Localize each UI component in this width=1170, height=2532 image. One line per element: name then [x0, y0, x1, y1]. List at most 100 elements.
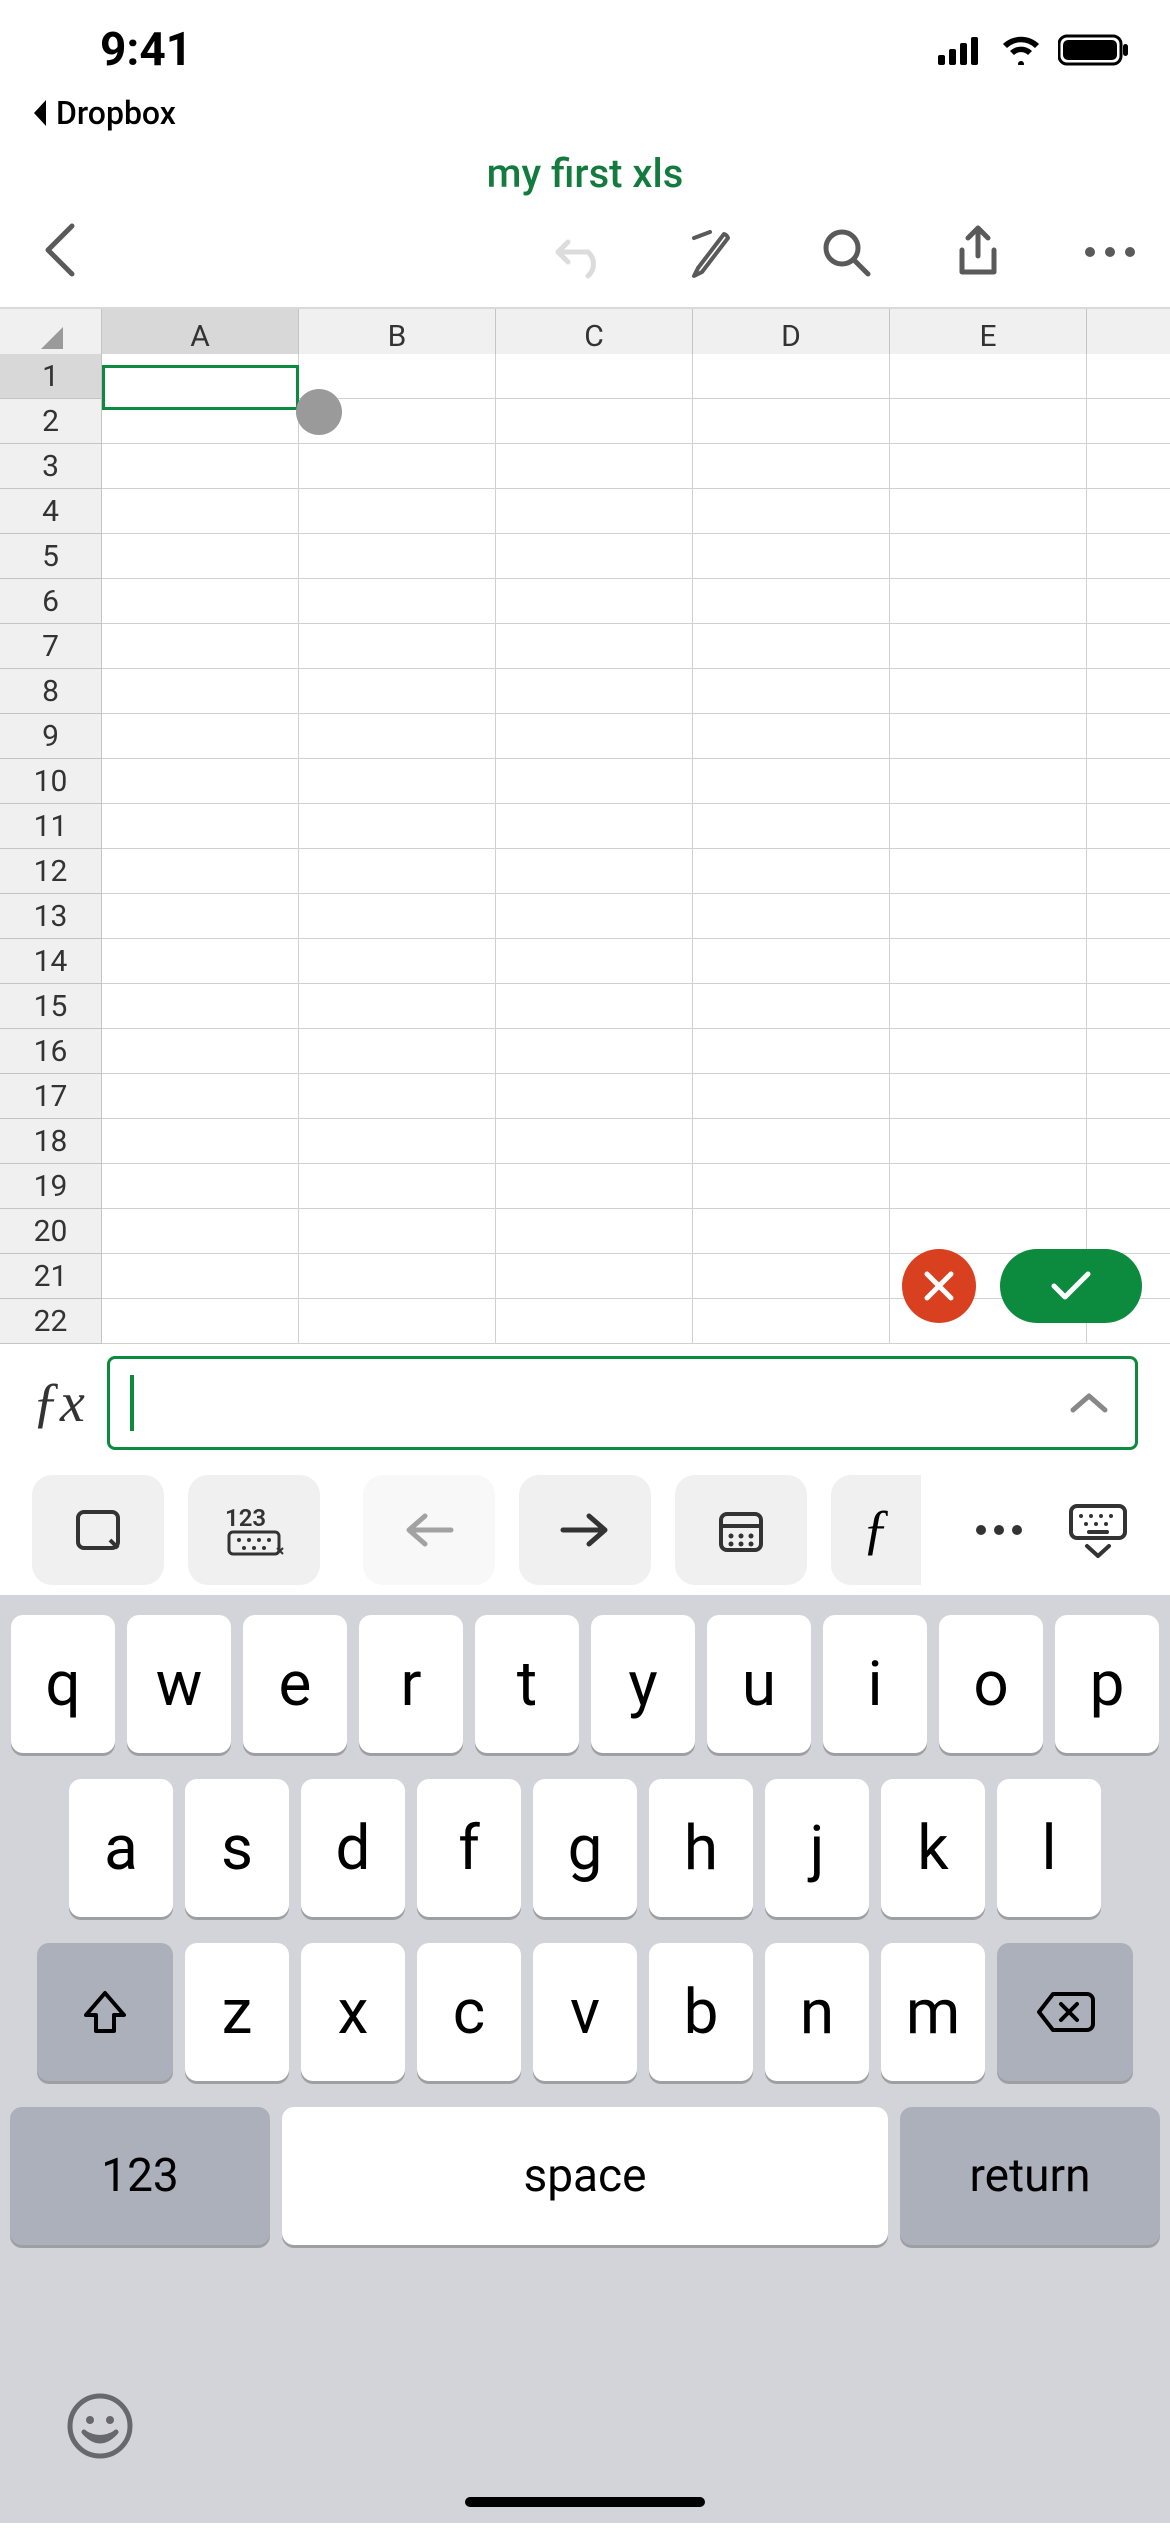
key-w[interactable]: w — [127, 1615, 231, 1753]
cell[interactable] — [102, 804, 299, 849]
cell[interactable] — [496, 894, 693, 939]
return-key[interactable]: return — [900, 2107, 1160, 2245]
cell[interactable] — [890, 1164, 1087, 1209]
cell[interactable] — [299, 1074, 496, 1119]
cell[interactable] — [693, 579, 890, 624]
cell[interactable] — [299, 1299, 496, 1344]
cell[interactable] — [1087, 624, 1170, 669]
cell[interactable] — [1087, 984, 1170, 1029]
cell[interactable] — [890, 1119, 1087, 1164]
cell[interactable] — [890, 399, 1087, 444]
key-j[interactable]: j — [765, 1779, 869, 1917]
cell[interactable] — [496, 354, 693, 399]
key-y[interactable]: y — [591, 1615, 695, 1753]
share-button[interactable] — [948, 222, 1008, 282]
cell[interactable] — [1087, 534, 1170, 579]
cell[interactable] — [496, 1164, 693, 1209]
row-header[interactable]: 4 — [0, 489, 102, 534]
cell[interactable] — [496, 804, 693, 849]
cell[interactable] — [102, 894, 299, 939]
edit-pen-button[interactable] — [684, 222, 744, 282]
cell[interactable] — [693, 804, 890, 849]
cell[interactable] — [102, 444, 299, 489]
cell[interactable] — [693, 759, 890, 804]
cell[interactable] — [299, 849, 496, 894]
row-header[interactable]: 9 — [0, 714, 102, 759]
shift-key[interactable] — [37, 1943, 173, 2081]
cell[interactable] — [890, 1209, 1087, 1254]
cell[interactable] — [496, 1119, 693, 1164]
cell[interactable] — [1087, 1074, 1170, 1119]
key-m[interactable]: m — [881, 1943, 985, 2081]
row-header[interactable]: 22 — [0, 1299, 102, 1344]
key-x[interactable]: x — [301, 1943, 405, 2081]
cell[interactable] — [693, 1164, 890, 1209]
key-k[interactable]: k — [881, 1779, 985, 1917]
cell[interactable] — [496, 714, 693, 759]
row-header[interactable]: 19 — [0, 1164, 102, 1209]
fx-icon[interactable]: ƒx — [32, 1371, 85, 1435]
cell[interactable] — [1087, 579, 1170, 624]
cell[interactable] — [693, 1029, 890, 1074]
emoji-keyboard-button[interactable] — [64, 2399, 136, 2479]
row-header[interactable]: 2 — [0, 399, 102, 444]
expand-formula-bar-button[interactable] — [1067, 1390, 1111, 1416]
space-key[interactable]: space — [282, 2107, 888, 2245]
cell[interactable] — [496, 399, 693, 444]
cell[interactable] — [102, 939, 299, 984]
date-picker-button[interactable] — [675, 1475, 807, 1585]
cell[interactable] — [890, 1074, 1087, 1119]
row-header[interactable]: 14 — [0, 939, 102, 984]
key-v[interactable]: v — [533, 1943, 637, 2081]
formula-input[interactable] — [107, 1356, 1138, 1450]
cell[interactable] — [1087, 1209, 1170, 1254]
cell[interactable] — [102, 1299, 299, 1344]
cell[interactable] — [1087, 1119, 1170, 1164]
cell[interactable] — [1087, 1164, 1170, 1209]
row-header[interactable]: 8 — [0, 669, 102, 714]
cell[interactable] — [890, 579, 1087, 624]
cell[interactable] — [496, 624, 693, 669]
backspace-key[interactable] — [997, 1943, 1133, 2081]
cell[interactable] — [890, 759, 1087, 804]
row-header[interactable]: 7 — [0, 624, 102, 669]
cell[interactable] — [693, 849, 890, 894]
cell[interactable] — [496, 534, 693, 579]
key-l[interactable]: l — [997, 1779, 1101, 1917]
cell[interactable] — [299, 714, 496, 759]
row-header[interactable]: 5 — [0, 534, 102, 579]
card-view-button[interactable] — [32, 1475, 164, 1585]
cell[interactable] — [1087, 849, 1170, 894]
prev-cell-button[interactable] — [363, 1475, 495, 1585]
cell[interactable] — [299, 1254, 496, 1299]
spreadsheet[interactable]: ABCDE12345678910111213141516171819202122 — [0, 307, 1170, 1341]
cell[interactable] — [299, 534, 496, 579]
cell[interactable] — [299, 804, 496, 849]
cell[interactable] — [890, 804, 1087, 849]
cell[interactable] — [890, 1029, 1087, 1074]
next-cell-button[interactable] — [519, 1475, 651, 1585]
cell[interactable] — [890, 534, 1087, 579]
cell[interactable] — [102, 534, 299, 579]
key-a[interactable]: a — [69, 1779, 173, 1917]
cell[interactable] — [693, 1209, 890, 1254]
cell[interactable] — [1087, 939, 1170, 984]
key-d[interactable]: d — [301, 1779, 405, 1917]
row-header[interactable]: 21 — [0, 1254, 102, 1299]
more-options-button[interactable] — [964, 1475, 1034, 1585]
selection-handle[interactable] — [296, 389, 342, 435]
dismiss-keyboard-button[interactable] — [1058, 1475, 1138, 1585]
cell[interactable] — [890, 669, 1087, 714]
cell[interactable] — [299, 984, 496, 1029]
function-insert-button[interactable]: ƒ — [831, 1475, 921, 1585]
key-i[interactable]: i — [823, 1615, 927, 1753]
key-q[interactable]: q — [11, 1615, 115, 1753]
cell[interactable] — [890, 444, 1087, 489]
cell[interactable] — [496, 849, 693, 894]
cell[interactable] — [693, 489, 890, 534]
cell[interactable] — [1087, 894, 1170, 939]
cell[interactable] — [102, 714, 299, 759]
key-b[interactable]: b — [649, 1943, 753, 2081]
row-header[interactable]: 18 — [0, 1119, 102, 1164]
cell[interactable] — [496, 579, 693, 624]
